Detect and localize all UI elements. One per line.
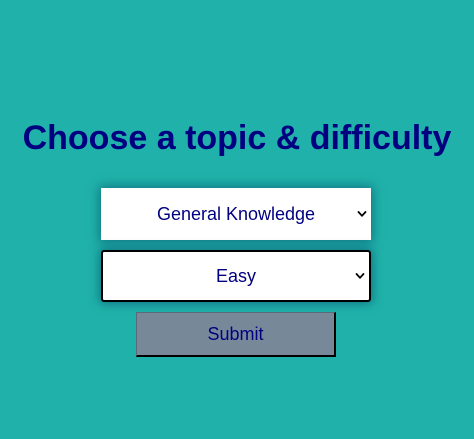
topic-select[interactable]: General Knowledge [101,188,371,240]
page-title: Choose a topic & difficulty [22,119,452,157]
topic-select-value: General Knowledge [156,203,316,224]
difficulty-select[interactable]: Easy [101,250,371,302]
chevron-down-icon [355,273,365,279]
submit-button[interactable]: Submit [136,312,336,357]
difficulty-select-value: Easy [215,265,257,286]
submit-button-label: Submit [207,323,264,344]
chevron-down-icon [357,211,367,217]
